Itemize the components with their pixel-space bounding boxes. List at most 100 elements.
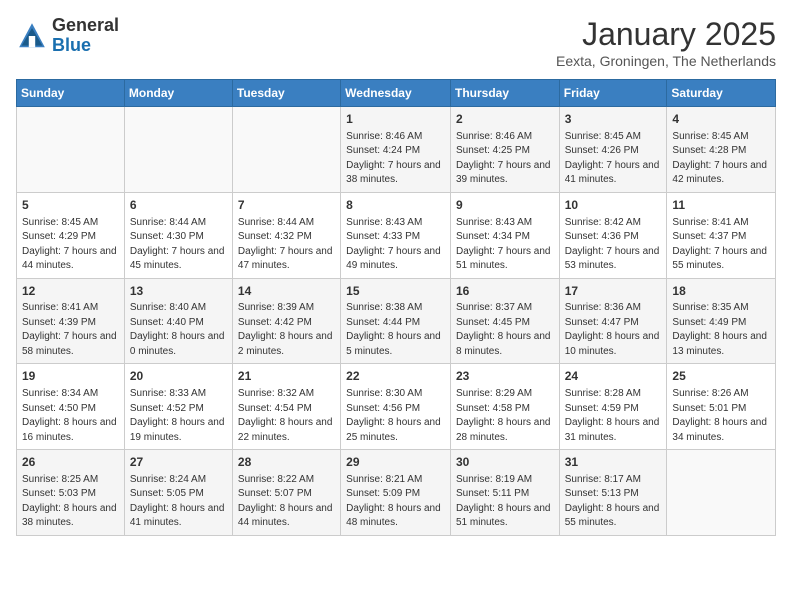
day-number: 7: [238, 197, 335, 214]
calendar-cell: 4 Sunrise: 8:45 AM Sunset: 4:28 PM Daylig…: [667, 107, 776, 193]
day-content: Sunrise: 8:32 AM Sunset: 4:54 PM Dayligh…: [238, 387, 335, 445]
weekday-header-sunday: Sunday: [17, 80, 125, 107]
day-content: Sunrise: 8:22 AM Sunset: 5:07 PM Dayligh…: [238, 473, 335, 531]
calendar-cell: 18Sunrise: 8:35 AM Sunset: 4:49 PM Dayli…: [667, 278, 776, 364]
calendar-week-row: 1 Sunrise: 8:46 AM Sunset: 4:24 PM Daylig…: [17, 107, 776, 193]
calendar-cell: 19 Sunrise: 8:34 AM Sunset: 4:50 PM Dayli…: [17, 364, 125, 450]
day-number: 31: [565, 454, 662, 471]
calendar-cell: 11Sunrise: 8:41 AM Sunset: 4:37 PM Dayli…: [667, 192, 776, 278]
calendar-cell: 7 Sunrise: 8:44 AM Sunset: 4:32 PM Daylig…: [232, 192, 340, 278]
day-number: 5: [22, 197, 119, 214]
logo: General Blue: [16, 16, 119, 56]
day-content: Sunrise: 8:24 AM Sunset: 5:05 PM Dayligh…: [130, 473, 227, 531]
logo-text: General Blue: [52, 16, 119, 56]
calendar-cell: 15Sunrise: 8:38 AM Sunset: 4:44 PM Dayli…: [341, 278, 451, 364]
day-content: Sunrise: 8:17 AM Sunset: 5:13 PM Dayligh…: [565, 473, 662, 531]
logo-blue: Blue: [52, 36, 119, 56]
calendar-cell: 2Sunrise: 8:46 AM Sunset: 4:25 PM Daylig…: [450, 107, 559, 193]
day-number: 2: [456, 111, 554, 128]
day-content: Sunrise: 8:40 AM Sunset: 4:40 PM Dayligh…: [130, 301, 227, 359]
calendar-cell: 1 Sunrise: 8:46 AM Sunset: 4:24 PM Daylig…: [341, 107, 451, 193]
day-content: Sunrise: 8:35 AM Sunset: 4:49 PM Dayligh…: [672, 301, 770, 359]
calendar-cell: 22 Sunrise: 8:30 AM Sunset: 4:56 PM Dayli…: [341, 364, 451, 450]
calendar-cell: 17Sunrise: 8:36 AM Sunset: 4:47 PM Dayli…: [559, 278, 667, 364]
calendar-cell: 5Sunrise: 8:45 AM Sunset: 4:29 PM Daylig…: [17, 192, 125, 278]
day-number: 11: [672, 197, 770, 214]
calendar-cell: 12Sunrise: 8:41 AM Sunset: 4:39 PM Dayli…: [17, 278, 125, 364]
weekday-header-monday: Monday: [124, 80, 232, 107]
day-number: 10: [565, 197, 662, 214]
day-content: Sunrise: 8:38 AM Sunset: 4:44 PM Dayligh…: [346, 301, 445, 359]
day-number: 12: [22, 283, 119, 300]
logo-general: General: [52, 16, 119, 36]
day-content: Sunrise: 8:30 AM Sunset: 4:56 PM Dayligh…: [346, 387, 445, 445]
weekday-header-tuesday: Tuesday: [232, 80, 340, 107]
calendar-cell: [667, 450, 776, 536]
location-title: Eexta, Groningen, The Netherlands: [556, 53, 776, 69]
calendar-cell: 13Sunrise: 8:40 AM Sunset: 4:40 PM Dayli…: [124, 278, 232, 364]
day-number: 17: [565, 283, 662, 300]
calendar-cell: 29Sunrise: 8:21 AM Sunset: 5:09 PM Dayli…: [341, 450, 451, 536]
day-number: 4: [672, 111, 770, 128]
day-content: Sunrise: 8:43 AM Sunset: 4:33 PM Dayligh…: [346, 216, 445, 274]
day-content: Sunrise: 8:42 AM Sunset: 4:36 PM Dayligh…: [565, 216, 662, 274]
day-content: Sunrise: 8:36 AM Sunset: 4:47 PM Dayligh…: [565, 301, 662, 359]
day-content: Sunrise: 8:21 AM Sunset: 5:09 PM Dayligh…: [346, 473, 445, 531]
day-number: 16: [456, 283, 554, 300]
calendar-header: SundayMondayTuesdayWednesdayThursdayFrid…: [17, 80, 776, 107]
day-content: Sunrise: 8:44 AM Sunset: 4:32 PM Dayligh…: [238, 216, 335, 274]
calendar-cell: 28 Sunrise: 8:22 AM Sunset: 5:07 PM Dayli…: [232, 450, 340, 536]
weekday-header-thursday: Thursday: [450, 80, 559, 107]
page-header: General Blue January 2025 Eexta, Groning…: [16, 16, 776, 69]
calendar-cell: 21Sunrise: 8:32 AM Sunset: 4:54 PM Dayli…: [232, 364, 340, 450]
calendar-week-row: 26Sunrise: 8:25 AM Sunset: 5:03 PM Dayli…: [17, 450, 776, 536]
calendar-cell: 27 Sunrise: 8:24 AM Sunset: 5:05 PM Dayli…: [124, 450, 232, 536]
calendar-cell: [232, 107, 340, 193]
calendar-cell: 20Sunrise: 8:33 AM Sunset: 4:52 PM Dayli…: [124, 364, 232, 450]
day-number: 14: [238, 283, 335, 300]
title-block: January 2025 Eexta, Groningen, The Nethe…: [556, 16, 776, 69]
day-number: 19: [22, 368, 119, 385]
day-number: 9: [456, 197, 554, 214]
calendar-week-row: 12Sunrise: 8:41 AM Sunset: 4:39 PM Dayli…: [17, 278, 776, 364]
day-number: 1: [346, 111, 445, 128]
calendar-cell: 16Sunrise: 8:37 AM Sunset: 4:45 PM Dayli…: [450, 278, 559, 364]
weekday-header-friday: Friday: [559, 80, 667, 107]
month-title: January 2025: [556, 16, 776, 53]
calendar-cell: 14Sunrise: 8:39 AM Sunset: 4:42 PM Dayli…: [232, 278, 340, 364]
day-content: Sunrise: 8:33 AM Sunset: 4:52 PM Dayligh…: [130, 387, 227, 445]
day-content: Sunrise: 8:45 AM Sunset: 4:28 PM Dayligh…: [672, 130, 770, 188]
day-number: 25: [672, 368, 770, 385]
weekday-header-row: SundayMondayTuesdayWednesdayThursdayFrid…: [17, 80, 776, 107]
day-number: 18: [672, 283, 770, 300]
day-number: 26: [22, 454, 119, 471]
calendar-table: SundayMondayTuesdayWednesdayThursdayFrid…: [16, 79, 776, 536]
calendar-cell: 26Sunrise: 8:25 AM Sunset: 5:03 PM Dayli…: [17, 450, 125, 536]
calendar-cell: 30 Sunrise: 8:19 AM Sunset: 5:11 PM Dayli…: [450, 450, 559, 536]
day-number: 28: [238, 454, 335, 471]
day-content: Sunrise: 8:19 AM Sunset: 5:11 PM Dayligh…: [456, 473, 554, 531]
day-number: 15: [346, 283, 445, 300]
weekday-header-saturday: Saturday: [667, 80, 776, 107]
calendar-cell: 25Sunrise: 8:26 AM Sunset: 5:01 PM Dayli…: [667, 364, 776, 450]
day-number: 22: [346, 368, 445, 385]
day-number: 27: [130, 454, 227, 471]
day-content: Sunrise: 8:46 AM Sunset: 4:24 PM Dayligh…: [346, 130, 445, 188]
day-number: 8: [346, 197, 445, 214]
calendar-cell: 9Sunrise: 8:43 AM Sunset: 4:34 PM Daylig…: [450, 192, 559, 278]
day-content: Sunrise: 8:34 AM Sunset: 4:50 PM Dayligh…: [22, 387, 119, 445]
day-content: Sunrise: 8:39 AM Sunset: 4:42 PM Dayligh…: [238, 301, 335, 359]
day-number: 3: [565, 111, 662, 128]
calendar-week-row: 5Sunrise: 8:45 AM Sunset: 4:29 PM Daylig…: [17, 192, 776, 278]
calendar-cell: [17, 107, 125, 193]
calendar-body: 1 Sunrise: 8:46 AM Sunset: 4:24 PM Daylig…: [17, 107, 776, 536]
calendar-cell: 31 Sunrise: 8:17 AM Sunset: 5:13 PM Dayli…: [559, 450, 667, 536]
calendar-cell: 23Sunrise: 8:29 AM Sunset: 4:58 PM Dayli…: [450, 364, 559, 450]
calendar-cell: 8 Sunrise: 8:43 AM Sunset: 4:33 PM Daylig…: [341, 192, 451, 278]
calendar-cell: 10 Sunrise: 8:42 AM Sunset: 4:36 PM Dayli…: [559, 192, 667, 278]
calendar-cell: 3 Sunrise: 8:45 AM Sunset: 4:26 PM Daylig…: [559, 107, 667, 193]
day-content: Sunrise: 8:37 AM Sunset: 4:45 PM Dayligh…: [456, 301, 554, 359]
calendar-cell: 24Sunrise: 8:28 AM Sunset: 4:59 PM Dayli…: [559, 364, 667, 450]
day-number: 30: [456, 454, 554, 471]
day-content: Sunrise: 8:45 AM Sunset: 4:26 PM Dayligh…: [565, 130, 662, 188]
